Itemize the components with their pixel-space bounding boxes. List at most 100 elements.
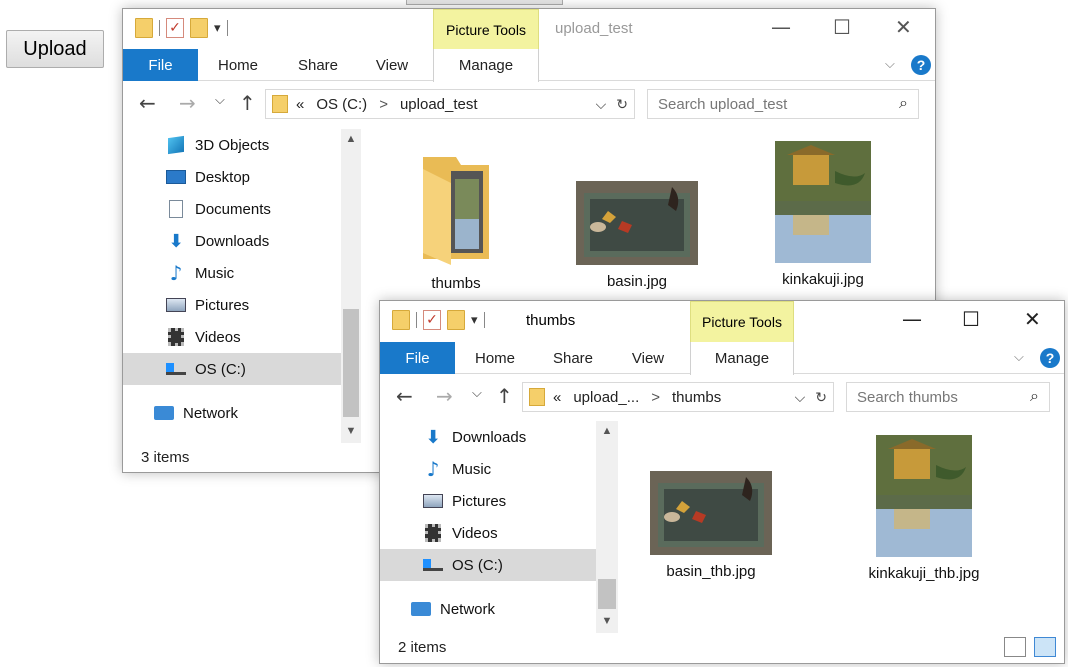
close-icon[interactable]: ✕ [895, 15, 912, 39]
tab-view[interactable]: View [363, 49, 421, 81]
crumb-upload-test[interactable]: upload_test [400, 96, 478, 113]
close-icon[interactable]: ✕ [1024, 307, 1041, 331]
recent-locations-icon[interactable]: ⌵ [215, 93, 225, 108]
scroll-down-icon[interactable]: ▼ [341, 425, 361, 437]
large-icons-view-icon[interactable] [1034, 637, 1056, 657]
nav-item-music[interactable]: ♪ Music [380, 453, 596, 485]
crumb-upload-test[interactable]: upload_... [573, 389, 639, 406]
up-arrow-icon[interactable]: ↑ [239, 91, 256, 115]
file-name: basin.jpg [606, 273, 668, 290]
crumb-os-c[interactable]: OS (C:) [316, 96, 367, 113]
upload-button[interactable]: Upload [6, 30, 104, 68]
expand-ribbon-icon[interactable]: ⌵ [885, 56, 895, 72]
address-dropdown-icon[interactable]: ⌵ [795, 389, 806, 406]
file-item-kinkakuji[interactable]: kinkakuji.jpg [767, 141, 879, 288]
nav-scrollbar[interactable]: ▲ ▼ [596, 421, 618, 633]
refresh-icon[interactable]: ↻ [616, 96, 628, 113]
refresh-icon[interactable]: ↻ [815, 389, 827, 406]
folder-icon[interactable] [392, 310, 410, 330]
nav-item-3d-objects[interactable]: 3D Objects [123, 129, 341, 161]
details-view-icon[interactable] [1004, 637, 1026, 657]
file-item-kinkakuji-thb[interactable]: kinkakuji_thb.jpg [858, 435, 990, 582]
crumb-separator: > [379, 95, 388, 113]
new-folder-icon[interactable] [447, 310, 465, 330]
nav-item-label: 3D Objects [195, 136, 270, 154]
nav-item-os-c[interactable]: OS (C:) [123, 353, 341, 385]
nav-item-label: Videos [195, 328, 241, 346]
nav-item-label: Pictures [195, 296, 250, 314]
nav-item-videos[interactable]: Videos [123, 321, 341, 353]
folder-icon[interactable] [135, 18, 153, 38]
file-item-basin[interactable]: basin.jpg [575, 181, 699, 290]
nav-item-downloads[interactable]: ⬇ Downloads [380, 421, 596, 453]
crumb-thumbs[interactable]: thumbs [672, 389, 721, 406]
search-box[interactable]: Search thumbs ⌕ [846, 382, 1050, 412]
nav-item-label: Network [183, 404, 239, 422]
nav-item-pictures[interactable]: Pictures [380, 485, 596, 517]
search-input[interactable]: Search thumbs [857, 389, 958, 406]
title-bar: ✓ ▾ thumbs Picture Tools — ☐ ✕ [380, 301, 1064, 342]
address-bar[interactable]: « upload_... > thumbs ⌵ ↻ [522, 382, 834, 412]
minimize-icon[interactable]: — [771, 15, 791, 39]
picture-tools-context: Picture Tools [690, 301, 794, 342]
nav-item-pictures[interactable]: Pictures [123, 289, 341, 321]
scroll-down-icon[interactable]: ▼ [596, 615, 618, 627]
customize-dropdown-icon[interactable]: ▾ [214, 20, 221, 36]
nav-item-downloads[interactable]: ⬇ Downloads [123, 225, 341, 257]
file-item-thumbs[interactable]: thumbs [401, 149, 511, 292]
search-box[interactable]: Search upload_test ⌕ [647, 89, 919, 119]
scroll-up-icon[interactable]: ▲ [341, 133, 361, 145]
picture-tools-context: Picture Tools [433, 9, 539, 50]
music-icon: ♪ [169, 261, 183, 285]
music-icon: ♪ [426, 457, 440, 481]
window-title: thumbs [526, 312, 576, 329]
tab-manage[interactable]: Manage [433, 49, 539, 82]
forward-arrow-icon[interactable]: → [179, 91, 196, 115]
nav-scrollbar[interactable]: ▲ ▼ [341, 129, 361, 443]
tab-share[interactable]: Share [287, 49, 349, 81]
address-dropdown-icon[interactable]: ⌵ [596, 96, 607, 113]
separator [226, 20, 228, 36]
help-icon[interactable]: ? [911, 55, 931, 75]
drive-icon [165, 359, 187, 379]
nav-item-os-c[interactable]: OS (C:) [380, 549, 596, 581]
nav-item-network[interactable]: Network [123, 397, 341, 429]
expand-ribbon-icon[interactable]: ⌵ [1014, 349, 1024, 365]
tab-file[interactable]: File [380, 342, 455, 374]
nav-item-music[interactable]: ♪ Music [123, 257, 341, 289]
minimize-icon[interactable]: — [902, 307, 922, 331]
address-bar[interactable]: « OS (C:) > upload_test ⌵ ↻ [265, 89, 635, 119]
tab-view[interactable]: View [620, 342, 676, 374]
scroll-thumb[interactable] [598, 579, 616, 609]
customize-dropdown-icon[interactable]: ▾ [471, 312, 478, 328]
navigation-pane: 3D Objects Desktop Documents ⬇ Downloads… [123, 129, 341, 425]
recent-locations-icon[interactable]: ⌵ [472, 386, 482, 401]
maximize-icon[interactable]: ☐ [962, 307, 980, 331]
nav-item-videos[interactable]: Videos [380, 517, 596, 549]
back-arrow-icon[interactable]: ← [396, 384, 413, 408]
basin-thb-thumbnail-image [650, 471, 772, 555]
forward-arrow-icon[interactable]: → [436, 384, 453, 408]
scroll-thumb[interactable] [343, 309, 359, 417]
tab-home[interactable]: Home [464, 342, 526, 374]
properties-icon[interactable]: ✓ [423, 310, 441, 330]
properties-icon[interactable]: ✓ [166, 18, 184, 38]
nav-item-label: OS (C:) [195, 360, 246, 378]
tab-file[interactable]: File [123, 49, 198, 81]
nav-item-documents[interactable]: Documents [123, 193, 341, 225]
quick-access-toolbar: ✓ ▾ [392, 310, 485, 330]
file-item-basin-thb[interactable]: basin_thb.jpg [648, 471, 774, 580]
search-input[interactable]: Search upload_test [658, 96, 787, 113]
new-folder-icon[interactable] [190, 18, 208, 38]
scroll-up-icon[interactable]: ▲ [596, 425, 618, 437]
maximize-icon[interactable]: ☐ [833, 15, 851, 39]
nav-item-desktop[interactable]: Desktop [123, 161, 341, 193]
basin-thumbnail-image [576, 181, 698, 265]
tab-manage[interactable]: Manage [690, 342, 794, 375]
nav-item-network[interactable]: Network [380, 593, 596, 625]
tab-home[interactable]: Home [207, 49, 269, 81]
back-arrow-icon[interactable]: ← [139, 91, 156, 115]
tab-share[interactable]: Share [542, 342, 604, 374]
help-icon[interactable]: ? [1040, 348, 1060, 368]
up-arrow-icon[interactable]: ↑ [496, 384, 513, 408]
